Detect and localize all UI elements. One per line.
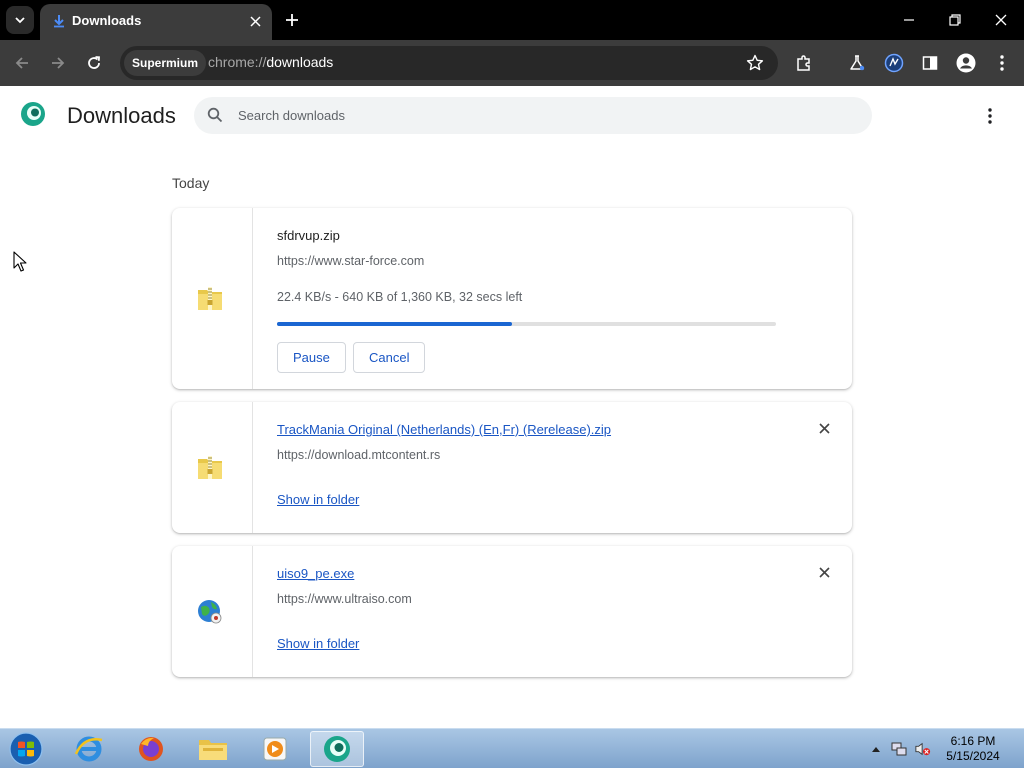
file-icon-column bbox=[172, 208, 253, 389]
download-icon bbox=[54, 15, 64, 28]
forward-button[interactable] bbox=[46, 51, 70, 75]
bookmark-star-icon[interactable] bbox=[746, 54, 764, 72]
chevron-down-icon bbox=[15, 17, 25, 24]
search-input[interactable] bbox=[238, 97, 838, 134]
cancel-button[interactable]: Cancel bbox=[353, 342, 426, 373]
taskbar-internet-explorer[interactable] bbox=[62, 731, 116, 767]
restore-icon bbox=[949, 14, 961, 26]
download-progress-fill bbox=[277, 322, 512, 326]
close-icon bbox=[818, 422, 830, 434]
arrow-right-icon bbox=[52, 57, 65, 69]
flask-icon bbox=[850, 55, 865, 71]
file-icon-column bbox=[172, 402, 253, 533]
remove-download-button[interactable] bbox=[816, 420, 832, 436]
more-vert-icon bbox=[988, 108, 992, 124]
taskbar-file-explorer[interactable] bbox=[186, 731, 240, 767]
more-actions-button[interactable] bbox=[978, 104, 1002, 128]
download-status: 22.4 KB/s - 640 KB of 1,360 KB, 32 secs … bbox=[277, 290, 523, 304]
reload-icon bbox=[88, 56, 100, 69]
minimize-icon bbox=[904, 19, 914, 21]
back-button[interactable] bbox=[10, 51, 34, 75]
supermium-icon bbox=[324, 736, 350, 762]
windows-taskbar: 6:16 PM 5/15/2024 bbox=[0, 728, 1024, 768]
zip-folder-icon bbox=[198, 287, 222, 310]
tray-overflow-button[interactable] bbox=[868, 741, 884, 757]
supermium-logo-icon bbox=[21, 102, 45, 126]
tab-close-button[interactable] bbox=[246, 12, 264, 30]
date-section-label: Today bbox=[172, 175, 210, 191]
side-panel-button[interactable] bbox=[918, 51, 942, 75]
close-window-button[interactable] bbox=[991, 10, 1011, 30]
taskbar-firefox[interactable] bbox=[124, 731, 178, 767]
labs-button[interactable] bbox=[845, 51, 869, 75]
download-filename-link[interactable]: uiso9_pe.exe bbox=[277, 566, 354, 581]
media-player-icon bbox=[263, 737, 287, 761]
download-item: uiso9_pe.exe https://www.ultraiso.com Sh… bbox=[172, 546, 852, 677]
tab-title: Downloads bbox=[72, 13, 142, 28]
download-source-url: https://download.mtcontent.rs bbox=[277, 448, 441, 462]
address-bar[interactable]: Supermium chrome://downloads bbox=[120, 46, 778, 80]
browser-chip[interactable]: Supermium bbox=[124, 50, 207, 76]
close-icon bbox=[995, 14, 1007, 26]
taskbar-clock[interactable]: 6:16 PM 5/15/2024 bbox=[938, 734, 1008, 764]
page-title: Downloads bbox=[67, 103, 176, 128]
taskbar-media-player[interactable] bbox=[248, 731, 302, 767]
clock-date: 5/15/2024 bbox=[946, 749, 1000, 763]
new-tab-button[interactable] bbox=[282, 10, 302, 30]
browser-toolbar: Supermium chrome://downloads bbox=[0, 40, 1024, 86]
minimize-button[interactable] bbox=[899, 10, 919, 30]
volume-muted-icon bbox=[915, 742, 931, 756]
download-progress-bar bbox=[277, 322, 776, 326]
puzzle-icon bbox=[797, 55, 810, 71]
avatar-icon bbox=[956, 53, 976, 73]
side-panel-icon bbox=[922, 56, 938, 70]
windows-start-icon[interactable] bbox=[6, 731, 46, 767]
title-bar: Downloads bbox=[0, 0, 1024, 40]
firefox-icon bbox=[139, 737, 163, 761]
tab-downloads[interactable]: Downloads bbox=[40, 4, 272, 40]
browser-menu-button[interactable] bbox=[990, 51, 1014, 75]
zip-folder-icon bbox=[198, 456, 222, 479]
tray-volume-button[interactable] bbox=[915, 741, 931, 757]
arrow-left-icon bbox=[15, 57, 28, 69]
extensions-button[interactable] bbox=[792, 51, 816, 75]
folder-icon bbox=[199, 740, 227, 760]
taskbar-supermium[interactable] bbox=[310, 731, 364, 767]
download-item: sfdrvup.zip https://www.star-force.com 2… bbox=[172, 208, 852, 389]
circle-logo-icon bbox=[884, 53, 904, 73]
download-filename: sfdrvup.zip bbox=[277, 228, 340, 243]
tray-network-button[interactable] bbox=[891, 741, 907, 757]
download-source-url: https://www.star-force.com bbox=[277, 254, 425, 268]
clock-time: 6:16 PM bbox=[950, 734, 996, 748]
close-icon bbox=[249, 15, 261, 27]
mouse-cursor-icon bbox=[13, 251, 27, 272]
pause-button[interactable]: Pause bbox=[277, 342, 346, 373]
url-text[interactable]: chrome://downloads bbox=[208, 54, 333, 70]
search-bar[interactable] bbox=[194, 97, 872, 134]
extension-button[interactable] bbox=[882, 51, 906, 75]
file-icon-column bbox=[172, 546, 253, 677]
download-source-url: https://www.ultraiso.com bbox=[277, 592, 412, 606]
internet-explorer-icon bbox=[74, 736, 103, 762]
plus-icon bbox=[286, 14, 298, 26]
search-icon bbox=[207, 107, 223, 123]
chevron-up-icon bbox=[872, 747, 880, 752]
download-item: TrackMania Original (Netherlands) (En,Fr… bbox=[172, 402, 852, 533]
close-icon bbox=[818, 566, 830, 578]
more-vert-icon bbox=[1000, 55, 1004, 71]
tab-search-button[interactable] bbox=[6, 6, 34, 34]
download-filename-link[interactable]: TrackMania Original (Netherlands) (En,Fr… bbox=[277, 422, 611, 437]
network-icon bbox=[891, 742, 907, 756]
show-in-folder-link[interactable]: Show in folder bbox=[277, 636, 359, 651]
profile-button[interactable] bbox=[954, 51, 978, 75]
restore-button[interactable] bbox=[945, 10, 965, 30]
reload-button[interactable] bbox=[82, 51, 106, 75]
remove-download-button[interactable] bbox=[816, 564, 832, 580]
show-in-folder-link[interactable]: Show in folder bbox=[277, 492, 359, 507]
globe-installer-icon bbox=[198, 600, 222, 624]
